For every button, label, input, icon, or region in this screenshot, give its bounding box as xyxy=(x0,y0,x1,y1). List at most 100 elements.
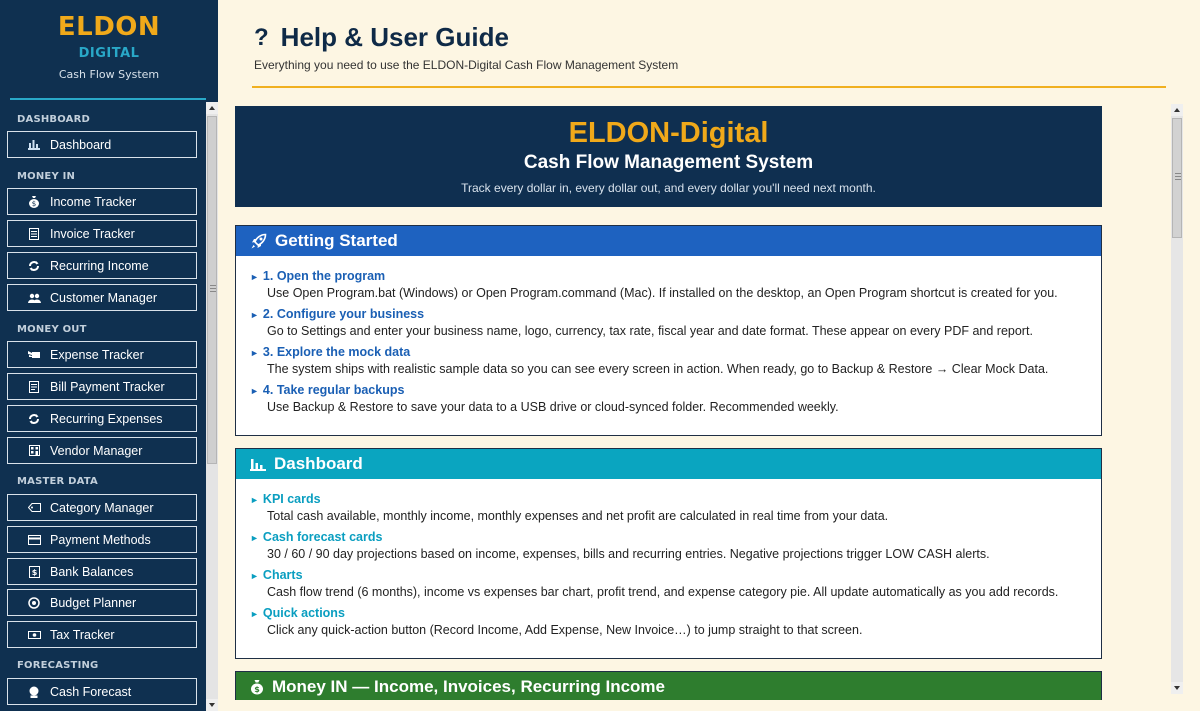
guide-entry: ► 1. Open the program Use Open Program.ba… xyxy=(250,269,1101,300)
guide-entry: ► 3. Explore the mock data The system shi… xyxy=(250,345,1101,376)
scroll-down-button[interactable] xyxy=(1171,682,1183,694)
sidebar-item-bill-payment-tracker[interactable]: Bill Payment Tracker xyxy=(7,373,197,400)
hero-title: ELDON-Digital xyxy=(568,117,769,149)
sidebar-item-label: Invoice Tracker xyxy=(50,226,135,241)
section-label-master-data: MASTER DATA xyxy=(17,476,98,487)
arrow-up-icon xyxy=(1174,108,1180,112)
question-mark-icon: ? xyxy=(254,23,269,51)
money-wings-icon xyxy=(26,349,42,360)
tax-icon xyxy=(26,630,42,639)
guide-entry-title-text: 2. Configure your business xyxy=(262,307,425,321)
content-scrollbar[interactable] xyxy=(1171,104,1183,694)
guide-entry-title: ► Cash forecast cards xyxy=(250,530,1101,544)
section-header: Dashboard xyxy=(236,449,1101,479)
arrow-right-icon: ► xyxy=(250,495,259,505)
guide-entry: ► Charts Cash flow trend (6 months), inco… xyxy=(250,568,1101,599)
header-divider xyxy=(252,86,1166,88)
refresh-icon xyxy=(26,260,42,272)
sidebar-item-bank-balances[interactable]: $ Bank Balances xyxy=(7,558,197,585)
scroll-up-button[interactable] xyxy=(206,102,218,114)
scroll-down-button[interactable] xyxy=(206,699,218,711)
content-scroll-thumb[interactable] xyxy=(1172,118,1182,238)
sidebar-item-tax-tracker[interactable]: Tax Tracker xyxy=(7,621,197,648)
sidebar-item-category-manager[interactable]: Category Manager xyxy=(7,494,197,521)
sidebar-item-label: Vendor Manager xyxy=(50,443,143,458)
sidebar-item-budget-planner[interactable]: Budget Planner xyxy=(7,589,197,616)
sidebar-item-income-tracker[interactable]: $ Income Tracker xyxy=(7,188,197,215)
sidebar-item-label: Customer Manager xyxy=(50,290,157,305)
sidebar-item-dashboard[interactable]: Dashboard xyxy=(7,131,197,158)
guide-entry-title: ► 3. Explore the mock data xyxy=(250,345,1101,359)
sidebar-item-label: Category Manager xyxy=(50,500,154,515)
credit-card-icon xyxy=(26,534,42,545)
guide-entry-text: The system ships with realistic sample d… xyxy=(267,362,1049,376)
sidebar-item-payment-methods[interactable]: Payment Methods xyxy=(7,526,197,553)
sidebar-item-cash-forecast[interactable]: Cash Forecast xyxy=(7,678,197,705)
sidebar-scrollbar[interactable] xyxy=(206,102,218,711)
target-icon xyxy=(26,596,42,609)
section-label-forecasting: FORECASTING xyxy=(17,660,99,671)
bar-chart-icon xyxy=(26,139,42,150)
bill-icon xyxy=(26,380,42,393)
grip-line xyxy=(1175,173,1181,174)
hero-tagline: Track every dollar in, every dollar out,… xyxy=(461,181,876,195)
guide-entry-title: ► KPI cards xyxy=(250,492,1101,506)
arrow-down-icon xyxy=(1174,686,1180,690)
section-header: Getting Started xyxy=(236,226,1101,256)
sidebar-item-recurring-income[interactable]: Recurring Income xyxy=(7,252,197,279)
refresh-icon xyxy=(26,413,42,425)
guide-entry-title: ► 4. Take regular backups xyxy=(250,383,1101,397)
hero-subtitle: Cash Flow Management System xyxy=(523,152,814,173)
guide-entry-title-text: Cash forecast cards xyxy=(262,530,383,544)
guide-entry-title-text: 3. Explore the mock data xyxy=(262,345,411,359)
guide-entry: ► 4. Take regular backups Use Backup & Re… xyxy=(250,383,1101,414)
guide-entry: ► KPI cards Total cash available, monthly… xyxy=(250,492,1101,523)
arrow-right-icon: ► xyxy=(250,272,259,282)
sidebar-scroll-thumb[interactable] xyxy=(207,116,217,464)
section-title: Money IN — Income, Invoices, Recurring I… xyxy=(272,677,665,696)
grip-line xyxy=(1175,179,1181,180)
arrow-right-icon: ► xyxy=(250,386,259,396)
grip-line xyxy=(210,291,216,292)
svg-text:$: $ xyxy=(32,200,36,208)
sidebar-item-label: Cash Forecast xyxy=(50,684,132,699)
page-title-text: Help & User Guide xyxy=(280,22,509,52)
sidebar-item-invoice-tracker[interactable]: Invoice Tracker xyxy=(7,220,197,247)
money-bag-icon: $ xyxy=(26,195,42,208)
section-label-dashboard: DASHBOARD xyxy=(17,114,91,125)
sidebar-item-vendor-manager[interactable]: Vendor Manager xyxy=(7,437,197,464)
guide-entry-title: ► 1. Open the program xyxy=(250,269,1101,283)
guide-entry: ► Cash forecast cards 30 / 60 / 90 day pr… xyxy=(250,530,1101,561)
sidebar-nav: DASHBOARD Dashboard MONEY IN $ Income Tr… xyxy=(0,102,206,711)
brand-sub: DIGITAL xyxy=(78,46,140,61)
section-money-in: $ Money IN — Income, Invoices, Recurring… xyxy=(235,671,1102,700)
arrow-right-icon: ► xyxy=(250,310,259,320)
sidebar-item-label: Recurring Expenses xyxy=(50,411,163,426)
section-title: Getting Started xyxy=(275,231,398,250)
guide-entry-text: Cash flow trend (6 months), income vs ex… xyxy=(267,585,1059,599)
sidebar-item-expense-tracker[interactable]: Expense Tracker xyxy=(7,341,197,368)
sidebar-item-label: Dashboard xyxy=(50,137,112,152)
sidebar-item-recurring-expenses[interactable]: Recurring Expenses xyxy=(7,405,197,432)
guide-entry-title-text: 1. Open the program xyxy=(262,269,386,283)
guide-entry-text: Total cash available, monthly income, mo… xyxy=(267,509,889,523)
crystal-ball-icon xyxy=(26,686,42,698)
guide-entry-text: Click any quick-action button (Record In… xyxy=(267,623,863,637)
page-subtitle: Everything you need to use the ELDON-Dig… xyxy=(254,58,679,72)
guide-entry-text: Use Open Program.bat (Windows) or Open P… xyxy=(267,286,1058,300)
receipt-icon xyxy=(26,227,42,240)
sidebar-item-label: Bank Balances xyxy=(50,564,134,579)
bank-icon: $ xyxy=(26,565,42,578)
guide-entry-text: 30 / 60 / 90 day projections based on in… xyxy=(267,547,990,561)
section-label-money-out: MONEY OUT xyxy=(17,324,87,335)
building-icon xyxy=(26,445,42,456)
scroll-up-button[interactable] xyxy=(1171,104,1183,116)
sidebar-item-label: Recurring Income xyxy=(50,258,149,273)
sidebar-item-label: Expense Tracker xyxy=(50,347,144,362)
guide-entry: ► Quick actions Click any quick-action bu… xyxy=(250,606,1101,637)
arrow-up-icon xyxy=(209,106,215,110)
bar-chart-icon xyxy=(250,457,266,471)
section-getting-started: Getting Started ► 1. Open the program Use… xyxy=(235,225,1102,436)
sidebar-item-customer-manager[interactable]: Customer Manager xyxy=(7,284,197,311)
guide-entry-text: Use Backup & Restore to save your data t… xyxy=(267,400,839,414)
